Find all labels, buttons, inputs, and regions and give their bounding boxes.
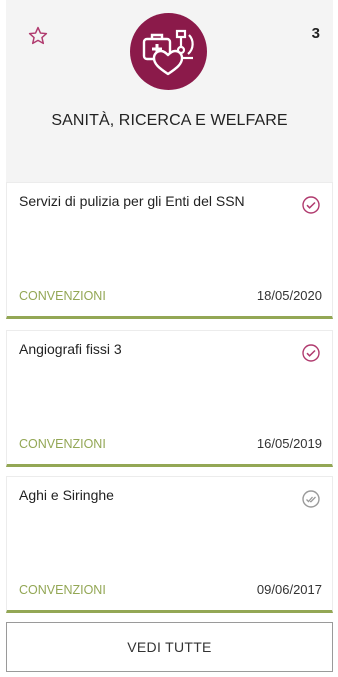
- card-type: CONVENZIONI: [19, 583, 106, 597]
- card-title: Aghi e Siringhe: [19, 487, 114, 503]
- list-item[interactable]: Angiografi fissi 3 CONVENZIONI 16/05/201…: [6, 330, 333, 467]
- list-item[interactable]: Servizi di pulizia per gli Enti del SSN …: [6, 182, 333, 319]
- list-item[interactable]: Aghi e Siringhe CONVENZIONI 09/06/2017: [6, 476, 333, 613]
- category-count: 3: [311, 25, 320, 42]
- category-icon-badge: [130, 13, 207, 90]
- double-check-circle-icon: [302, 490, 320, 508]
- card-title: Servizi di pulizia per gli Enti del SSN: [19, 193, 245, 209]
- check-circle-icon: [302, 196, 320, 214]
- card-type: CONVENZIONI: [19, 289, 106, 303]
- medical-kit-icon: [142, 29, 194, 75]
- card-date: 09/06/2017: [256, 582, 322, 597]
- card-title: Angiografi fissi 3: [19, 341, 122, 357]
- card-date: 16/05/2019: [256, 436, 322, 451]
- star-icon[interactable]: [27, 25, 49, 47]
- card-type: CONVENZIONI: [19, 437, 106, 451]
- card-date: 18/05/2020: [256, 288, 322, 303]
- check-circle-icon: [302, 344, 320, 362]
- see-all-button[interactable]: VEDI TUTTE: [6, 622, 333, 672]
- category-title: SANITÀ, RICERCA E WELFARE: [51, 112, 288, 129]
- category-header: 3 SANITÀ, RICERCA E WELFARE: [6, 0, 333, 182]
